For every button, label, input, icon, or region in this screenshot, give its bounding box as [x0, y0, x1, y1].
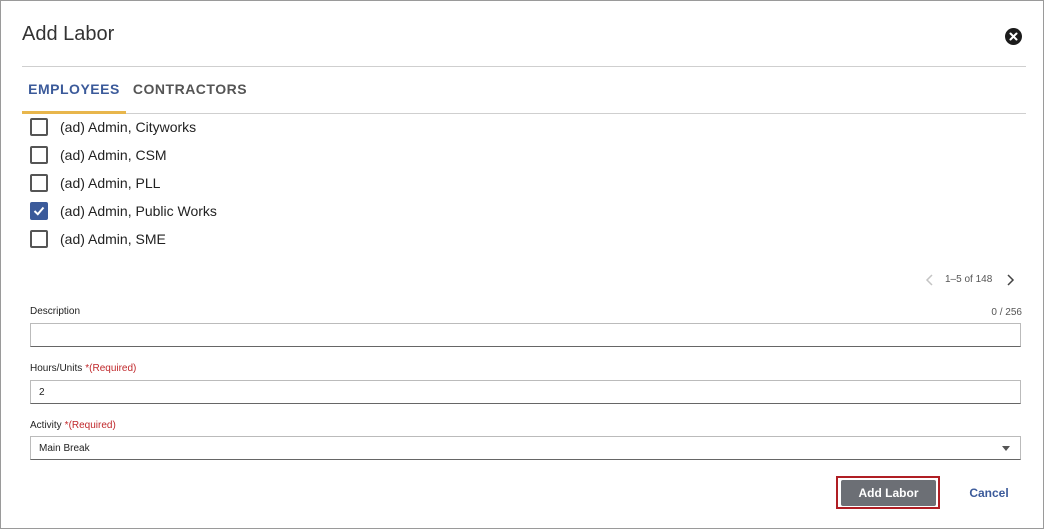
- employee-name: (ad) Admin, CSM: [60, 147, 167, 163]
- checkbox-checked[interactable]: [30, 202, 48, 220]
- check-icon: [33, 206, 45, 216]
- required-indicator: *(Required): [64, 420, 116, 431]
- activity-label-text: Activity: [30, 420, 62, 431]
- description-char-counter: 0 / 256: [991, 307, 1022, 318]
- hours-units-field[interactable]: [30, 380, 1021, 404]
- tab-bar: EMPLOYEES CONTRACTORS: [22, 67, 1026, 114]
- employee-name: (ad) Admin, PLL: [60, 175, 161, 191]
- description-field[interactable]: [30, 323, 1021, 347]
- required-indicator: *(Required): [85, 363, 137, 374]
- close-icon[interactable]: [1005, 28, 1022, 45]
- activity-label: Activity *(Required): [30, 420, 116, 431]
- checkbox[interactable]: [30, 174, 48, 192]
- dialog-title: Add Labor: [22, 23, 115, 45]
- checkbox[interactable]: [30, 230, 48, 248]
- employee-name: (ad) Admin, Cityworks: [60, 119, 197, 135]
- tab-employees[interactable]: EMPLOYEES: [22, 67, 126, 114]
- cancel-button[interactable]: Cancel: [963, 480, 1015, 506]
- hours-units-label: Hours/Units *(Required): [30, 363, 136, 374]
- pagination-range: 1–5 of 148: [945, 274, 993, 285]
- checkbox[interactable]: [30, 146, 48, 164]
- checkbox[interactable]: [30, 118, 48, 136]
- pagination: 1–5 of 148: [921, 271, 1021, 289]
- dropdown-arrow-icon: [1002, 446, 1010, 451]
- activity-selected-value: Main Break: [39, 443, 90, 454]
- chevron-left-icon[interactable]: [921, 271, 939, 289]
- hours-units-label-text: Hours/Units: [30, 363, 83, 374]
- tab-contractors[interactable]: CONTRACTORS: [126, 67, 254, 111]
- activity-select[interactable]: Main Break: [30, 436, 1021, 460]
- add-labor-button[interactable]: Add Labor: [841, 480, 936, 506]
- chevron-right-icon[interactable]: [1001, 271, 1019, 289]
- description-label: Description: [30, 306, 81, 317]
- employee-name: (ad) Admin, Public Works: [60, 203, 217, 219]
- employee-name: (ad) Admin, SME: [60, 231, 166, 247]
- add-labor-dialog: Add Labor EMPLOYEES CONTRACTORS (ad) Adm…: [0, 0, 1044, 529]
